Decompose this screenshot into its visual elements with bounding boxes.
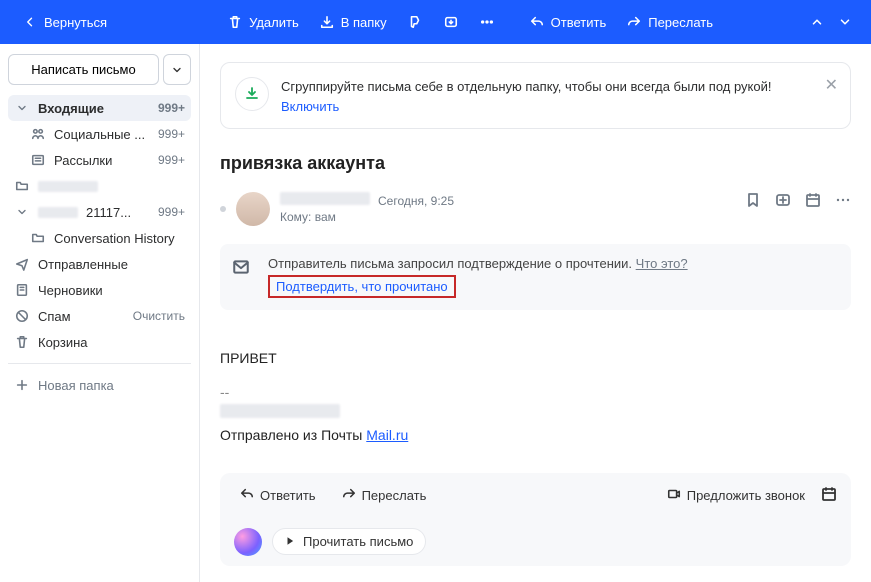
compose-button[interactable]: Написать письмо <box>8 54 159 85</box>
new-folder-button[interactable]: Новая папка <box>8 372 191 398</box>
chevron-left-icon <box>22 14 38 30</box>
signature-name-blurred <box>220 404 340 418</box>
spam-button[interactable] <box>397 8 433 36</box>
main-toolbar: Вернуться Удалить В папку Ответить Перес… <box>0 0 871 44</box>
forward-button-toolbar[interactable]: Переслать <box>616 8 723 36</box>
download-icon <box>235 77 269 111</box>
folder-icon <box>30 230 46 246</box>
group-mail-callout: Сгруппируйте письма себе в отдельную пап… <box>220 62 851 129</box>
envelope-icon <box>232 258 250 279</box>
video-icon <box>667 487 681 504</box>
chevron-down-icon <box>14 100 30 116</box>
more-header-icon[interactable] <box>835 192 851 208</box>
sent-icon <box>14 256 30 272</box>
clear-spam-link[interactable]: Очистить <box>133 309 185 323</box>
play-icon <box>285 534 295 549</box>
bottom-action-bar: Ответить Переслать Предложить звонок Про… <box>220 473 851 566</box>
suggest-call-button[interactable]: Предложить звонок <box>661 483 811 508</box>
avatar <box>236 192 270 226</box>
to-folder-button[interactable]: В папку <box>309 8 397 36</box>
archive-icon <box>443 14 459 30</box>
forward-icon <box>626 14 642 30</box>
ai-orb-icon <box>234 528 262 556</box>
draft-icon <box>14 282 30 298</box>
read-receipt-box: Отправитель письма запросил подтверждени… <box>220 244 851 310</box>
reply-icon <box>240 487 254 504</box>
thumb-down-icon <box>407 14 423 30</box>
folder-inbox[interactable]: Входящие 999+ <box>8 95 191 121</box>
dots-icon <box>479 14 495 30</box>
folder-move-icon <box>319 14 335 30</box>
reply-icon <box>529 14 545 30</box>
folder-icon <box>14 178 30 194</box>
calendar-icon[interactable] <box>805 192 821 208</box>
trash-icon <box>14 334 30 350</box>
bookmark-icon[interactable] <box>745 192 761 208</box>
people-icon <box>30 126 46 142</box>
unread-bullet <box>220 206 226 212</box>
enable-grouping-link[interactable]: Включить <box>281 99 339 114</box>
forward-button-bottom[interactable]: Переслать <box>336 483 433 508</box>
plus-icon <box>14 377 30 393</box>
folder-custom-mailru[interactable]: @mail.ru <box>8 173 191 199</box>
folder-conversation-history[interactable]: Conversation History <box>8 225 191 251</box>
more-button[interactable] <box>469 8 505 36</box>
message-content: Сгруппируйте письма себе в отдельную пап… <box>200 44 871 582</box>
folder-spam[interactable]: Спам Очистить <box>8 303 191 329</box>
reply-button-bottom[interactable]: Ответить <box>234 483 322 508</box>
trash-icon <box>227 14 243 30</box>
spam-icon <box>14 308 30 324</box>
folder-social[interactable]: Социальные ... 999+ <box>8 121 191 147</box>
newsletter-icon <box>30 152 46 168</box>
mailru-link[interactable]: Mail.ru <box>366 427 408 443</box>
folder-sent[interactable]: Отправленные <box>8 251 191 277</box>
folder-newsletters[interactable]: Рассылки 999+ <box>8 147 191 173</box>
reply-button-toolbar[interactable]: Ответить <box>519 8 617 36</box>
prev-message-button[interactable] <box>803 9 831 35</box>
delete-button[interactable]: Удалить <box>217 8 309 36</box>
add-folder-icon[interactable] <box>775 192 791 208</box>
calendar-bottom-icon[interactable] <box>821 486 837 505</box>
folder-custom-21117[interactable]: 21117... 999+ <box>8 199 191 225</box>
close-callout-button[interactable]: ✕ <box>825 75 838 95</box>
confirm-read-link[interactable]: Подтвердить, что прочитано <box>268 275 456 298</box>
compose-dropdown[interactable] <box>163 54 191 85</box>
archive-button[interactable] <box>433 8 469 36</box>
folder-drafts[interactable]: Черновики <box>8 277 191 303</box>
folder-trash[interactable]: Корзина <box>8 329 191 355</box>
sidebar: Написать письмо Входящие 999+ Социальные… <box>0 44 200 582</box>
sender-name-blurred <box>280 192 370 205</box>
message-date: Сегодня, 9:25 <box>378 194 454 208</box>
what-is-this-link[interactable]: Что это? <box>636 256 688 271</box>
next-message-button[interactable] <box>831 9 859 35</box>
back-button[interactable]: Вернуться <box>12 8 117 36</box>
forward-icon <box>342 487 356 504</box>
chevron-down-icon <box>14 204 30 220</box>
message-subject: привязка аккаунта <box>220 153 851 174</box>
message-body: ПРИВЕТ -- Отправлено из Почты Mail.ru <box>220 350 851 443</box>
read-letter-button[interactable]: Прочитать письмо <box>272 528 426 555</box>
